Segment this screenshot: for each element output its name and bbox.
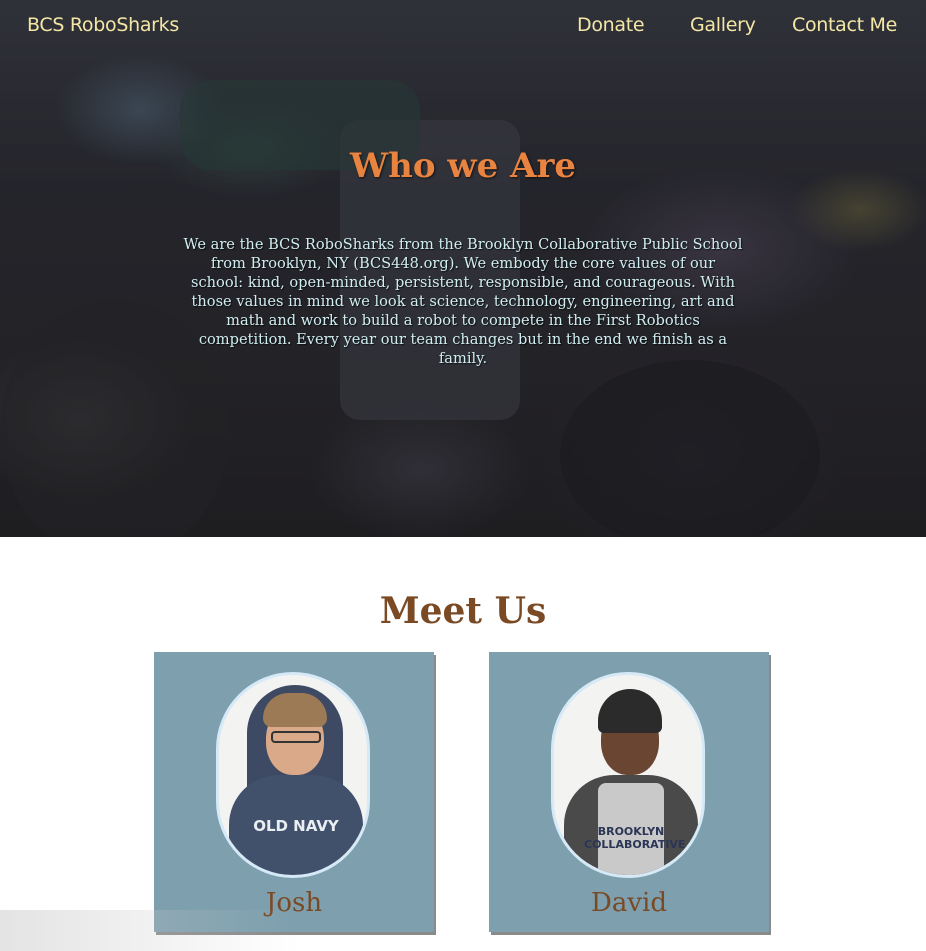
member-card-david[interactable]: BROOKLYN COLLABORATIVE David [489,652,769,932]
nav-link-gallery[interactable]: Gallery [690,14,756,36]
member-photo-beanie [598,689,662,733]
brand-logo-link[interactable]: BCS RoboSharks [27,14,179,36]
decorative-gradient [0,910,300,951]
member-photo: OLD NAVY [216,672,370,878]
hero-description: We are the BCS RoboSharks from the Brook… [183,236,743,367]
top-navigation: BCS RoboSharks Donate Gallery Contact Me [0,0,926,54]
nav-link-donate[interactable]: Donate [577,14,645,36]
hero-title: Who we Are [349,146,577,186]
shirt-print: OLD NAVY [253,817,339,835]
nav-link-contact[interactable]: Contact Me [792,14,897,36]
member-photo-glasses [271,731,321,743]
member-name: David [591,888,667,918]
hero-banner: BCS RoboSharks Donate Gallery Contact Me… [0,0,926,537]
meet-us-heading: Meet Us [379,590,547,632]
member-photo-hair [263,693,327,727]
member-photo: BROOKLYN COLLABORATIVE [551,672,705,878]
shirt-print: BROOKLYN COLLABORATIVE [584,825,686,851]
member-card-josh[interactable]: OLD NAVY Josh [154,652,434,932]
